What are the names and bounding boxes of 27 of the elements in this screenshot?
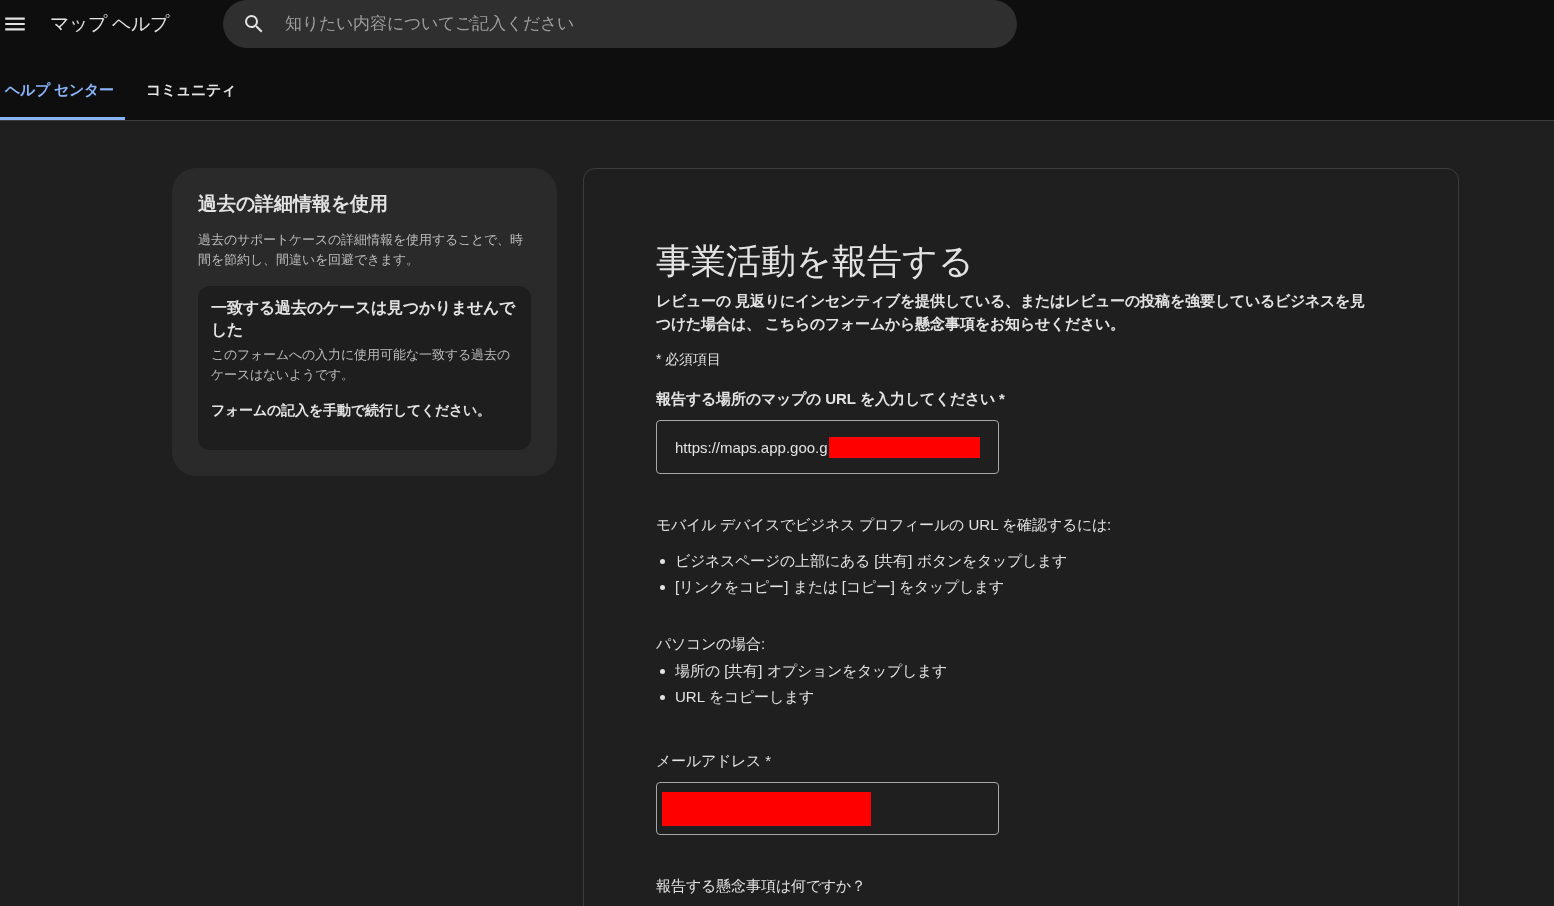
nav-tab[interactable]: コミュニティ <box>141 64 248 120</box>
no-match-title: 一致する過去のケースは見つかりませんでした <box>211 298 516 340</box>
bullet-text: ビジネスページの上部にある [共有] ボタンをタップします <box>675 551 1067 571</box>
bullet-icon <box>660 668 665 674</box>
search-field[interactable]: 知りたい内容についてご記入ください <box>223 0 1017 48</box>
form-intro: レビューの 見返りにインセンティブを提供している、またはレビューの投稿を強要しているビジネスを見つけた場合は、 こちらのフォームから懸念事項をお知らせください。 <box>656 291 1367 334</box>
bullet-text: 場所の [共有] オプションをタップします <box>675 661 947 681</box>
manual-instruction: フォームの記入を手動で続行してください。 <box>211 401 492 420</box>
card-description: 過去のサポートケースの詳細情報を使用することで、時間を節約し、間違いを回避できます。 <box>198 231 524 269</box>
required-note: * 必須項目 <box>656 350 723 369</box>
bullet-icon <box>660 694 665 700</box>
field-label: メールアドレス * <box>656 751 772 771</box>
no-match-description: このフォームへの入力に使用可能な一致する過去のケースはないようです。 <box>211 346 511 384</box>
bullet-text: URL をコピーします <box>675 687 814 707</box>
help-heading: パソコンの場合: <box>656 634 767 654</box>
text-field[interactable] <box>656 782 999 835</box>
app-title: マップ ヘルプ <box>50 12 170 36</box>
bullet-icon <box>660 558 665 564</box>
bullet-icon <box>660 584 665 590</box>
question-label: 報告する懸念事項は何ですか？ <box>656 876 867 896</box>
text-field[interactable]: https://maps.app.goo.g <box>656 420 999 474</box>
card-title: 過去の詳細情報を使用 <box>198 192 389 216</box>
form-title: 事業活動を報告する <box>656 240 975 282</box>
help-heading: モバイル デバイスでビジネス プロフィールの URL を確認するには: <box>656 515 1113 535</box>
field-label: 報告する場所のマップの URL を入力してください * <box>656 389 1006 409</box>
nav-tab[interactable]: ヘルプ センター <box>0 64 126 120</box>
bullet-text: [リンクをコピー] または [コピー] をタップします <box>675 577 1005 597</box>
